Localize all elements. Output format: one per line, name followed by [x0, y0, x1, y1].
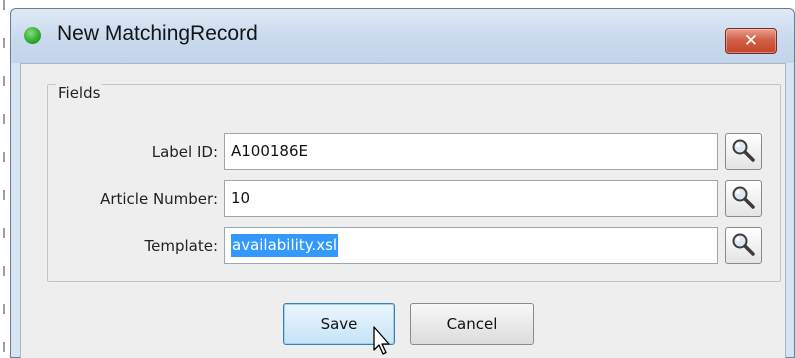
window-title: New MatchingRecord [57, 22, 258, 45]
background-window-edge [3, 0, 5, 358]
magnifier-icon [732, 139, 755, 162]
template-field[interactable]: availability.xsl [224, 227, 718, 264]
article-number-lookup-button[interactable] [725, 180, 762, 217]
label-id-field[interactable]: A100186E [224, 133, 718, 170]
dialog-content: Fields Label ID: A100186E Article Number… [20, 63, 786, 358]
title-bar[interactable]: New MatchingRecord ✕ [11, 9, 794, 63]
magnifier-icon [732, 186, 755, 209]
template-label: Template: [144, 237, 219, 255]
magnifier-icon [732, 233, 755, 256]
dialog-window: New MatchingRecord ✕ Fields Label ID: A1… [10, 8, 795, 358]
status-dot-icon [24, 27, 41, 44]
fields-group: Fields Label ID: A100186E Article Number… [47, 84, 781, 282]
save-button[interactable]: Save [283, 303, 395, 345]
article-number-label: Article Number: [100, 190, 218, 208]
template-value-selected: availability.xsl [231, 234, 339, 257]
label-id-lookup-button[interactable] [725, 133, 762, 170]
screen: New MatchingRecord ✕ Fields Label ID: A1… [0, 0, 795, 358]
cancel-button[interactable]: Cancel [410, 303, 534, 345]
article-number-field[interactable]: 10 [224, 180, 718, 217]
label-id-label: Label ID: [151, 143, 218, 161]
fields-group-title: Fields [56, 84, 103, 102]
close-button[interactable]: ✕ [725, 28, 777, 54]
template-lookup-button[interactable] [725, 227, 762, 264]
